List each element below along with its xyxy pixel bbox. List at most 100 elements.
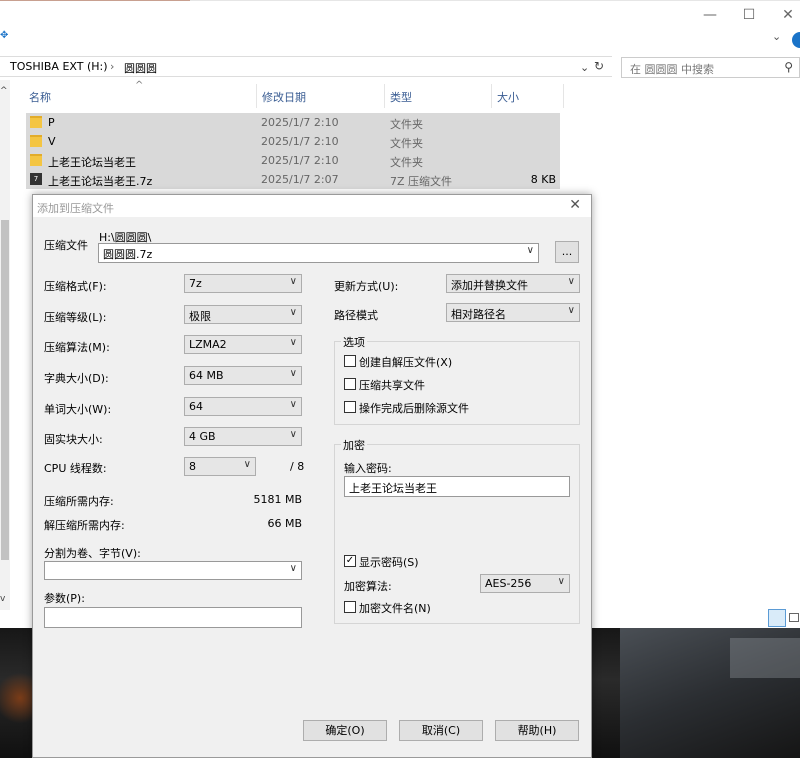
file-type: 文件夹 (390, 156, 423, 169)
format-select[interactable]: 7z ∨ (184, 274, 302, 293)
search-placeholder: 在 圆圆圆 中搜索 (630, 63, 714, 76)
chevron-down-icon: ∨ (289, 368, 297, 379)
file-name: V (48, 135, 56, 148)
encrypt-names-label[interactable]: 加密文件名(N) (359, 600, 431, 616)
level-value: 极限 (189, 310, 211, 323)
encrypt-names-checkbox[interactable] (344, 601, 356, 613)
options-title: 选项 (341, 334, 367, 350)
column-type[interactable]: 类型 (390, 89, 412, 105)
dialog-close-icon[interactable]: ✕ (569, 197, 581, 213)
encryption-method-select[interactable]: AES-256 ∨ (480, 574, 570, 593)
shared-files-checkbox[interactable] (344, 378, 356, 390)
file-modified: 2025/1/7 2:10 (261, 135, 339, 148)
threads-value: 8 (189, 460, 196, 473)
file-name: 上老王论坛当老王 (48, 156, 136, 169)
ribbon-expand-icon[interactable]: ⌄ (772, 30, 781, 43)
dialog-titlebar: 添加到压缩文件 ✕ (33, 195, 591, 217)
update-mode-value: 添加并替换文件 (451, 279, 528, 292)
browse-button[interactable]: ... (555, 241, 579, 263)
params-input[interactable] (44, 607, 302, 628)
refresh-icon[interactable]: ↻ (594, 59, 604, 73)
word-size-label: 单词大小(W): (44, 403, 112, 416)
encryption-method-value: AES-256 (485, 577, 532, 590)
threads-label: CPU 线程数: (44, 462, 107, 475)
method-label: 压缩算法(M): (44, 341, 110, 354)
split-label: 分割为卷、字节(V): (44, 547, 141, 560)
file-type: 文件夹 (390, 118, 423, 131)
dictionary-label: 字典大小(D): (44, 372, 109, 385)
breadcrumb-drive[interactable]: TOSHIBA EXT (H:) (10, 60, 108, 73)
level-label: 压缩等级(L): (44, 311, 107, 324)
file-type: 7Z 压缩文件 (390, 175, 453, 188)
nav-pane-scrollbar[interactable] (0, 80, 10, 610)
large-icons-view-icon[interactable] (789, 613, 799, 622)
close-button[interactable]: ✕ (775, 4, 800, 26)
path-mode-select[interactable]: 相对路径名 ∨ (446, 303, 580, 322)
shared-files-label[interactable]: 压缩共享文件 (359, 377, 425, 393)
memory-compress-label: 压缩所需内存: (44, 495, 114, 508)
address-history-icon[interactable]: ⌄ (580, 61, 589, 74)
dialog-title: 添加到压缩文件 (37, 202, 114, 215)
delete-after-label[interactable]: 操作完成后删除源文件 (359, 400, 469, 416)
search-icon[interactable]: ⚲ (784, 60, 793, 74)
method-value: LZMA2 (189, 338, 227, 351)
path-mode-label: 路径模式 (334, 309, 378, 322)
word-size-select[interactable]: 64 ∨ (184, 397, 302, 416)
params-label: 参数(P): (44, 592, 85, 605)
show-password-label[interactable]: 显示密码(S) (359, 554, 419, 570)
split-volume-combobox[interactable]: ∨ (44, 561, 302, 580)
chevron-down-icon: ∨ (289, 429, 297, 440)
breadcrumb-folder[interactable]: 圆圆圆 (124, 60, 157, 76)
scroll-up-icon[interactable]: ^ (0, 86, 8, 96)
delete-after-checkbox[interactable] (344, 401, 356, 413)
sfx-label[interactable]: 创建自解压文件(X) (359, 354, 452, 370)
file-modified: 2025/1/7 2:10 (261, 116, 339, 129)
ok-button[interactable]: 确定(O) (303, 720, 387, 741)
help-button[interactable]: 帮助(H) (495, 720, 579, 741)
chevron-down-icon: ∨ (289, 399, 297, 410)
search-input[interactable]: 在 圆圆圆 中搜索 ⚲ (621, 57, 800, 78)
file-row[interactable]: V 2025/1/7 2:10 文件夹 (26, 132, 560, 151)
file-row[interactable]: 7 上老王论坛当老王.7z 2025/1/7 2:07 7Z 压缩文件 8 KB (26, 170, 560, 189)
view-toggle[interactable] (768, 609, 800, 627)
chevron-down-icon: ∨ (567, 276, 575, 287)
sfx-checkbox[interactable] (344, 355, 356, 367)
details-view-icon[interactable] (768, 609, 786, 627)
chevron-down-icon: ∨ (289, 276, 297, 287)
archive-label: 压缩文件 (44, 239, 88, 252)
method-select[interactable]: LZMA2 ∨ (184, 335, 302, 354)
chevron-down-icon: ∨ (289, 563, 297, 574)
help-icon[interactable] (792, 32, 800, 48)
column-modified[interactable]: 修改日期 (262, 89, 306, 105)
top-edge (0, 0, 800, 1)
encryption-group: 加密 输入密码: 上老王论坛当老王 ✓ 显示密码(S) 加密算法: AES-25… (334, 437, 580, 624)
column-size[interactable]: 大小 (497, 89, 519, 105)
pin-icon[interactable]: ✥ (0, 30, 8, 41)
cancel-button[interactable]: 取消(C) (399, 720, 483, 741)
archive-path-combobox[interactable]: 圆圆圆.7z ∨ (98, 243, 539, 263)
file-size: 8 KB (530, 173, 556, 186)
maximize-button[interactable]: ☐ (736, 4, 762, 26)
update-mode-label: 更新方式(U): (334, 280, 399, 293)
solid-block-select[interactable]: 4 GB ∨ (184, 427, 302, 446)
threads-select[interactable]: 8 ∨ (184, 457, 256, 476)
file-row[interactable]: P 2025/1/7 2:10 文件夹 (26, 113, 560, 132)
show-password-checkbox[interactable]: ✓ (344, 555, 356, 567)
password-input[interactable]: 上老王论坛当老王 (344, 476, 570, 497)
solid-block-label: 固实块大小: (44, 433, 103, 446)
level-select[interactable]: 极限 ∨ (184, 305, 302, 324)
breadcrumb-separator: › (110, 60, 115, 73)
update-mode-select[interactable]: 添加并替换文件 ∨ (446, 274, 580, 293)
scroll-down-icon[interactable]: v (0, 594, 5, 604)
folder-icon (30, 116, 42, 128)
solid-block-value: 4 GB (189, 430, 216, 443)
file-modified: 2025/1/7 2:07 (261, 173, 339, 186)
dictionary-select[interactable]: 64 MB ∨ (184, 366, 302, 385)
address-bar[interactable]: TOSHIBA EXT (H:) › 圆圆圆 (0, 56, 612, 77)
file-name: P (48, 116, 55, 129)
file-row[interactable]: 上老王论坛当老王 2025/1/7 2:10 文件夹 (26, 151, 560, 170)
minimize-button[interactable]: — (697, 4, 723, 26)
7z-archive-icon: 7 (30, 173, 42, 185)
column-name[interactable]: 名称 (29, 89, 51, 105)
archive-path-value: 圆圆圆.7z (103, 248, 153, 261)
